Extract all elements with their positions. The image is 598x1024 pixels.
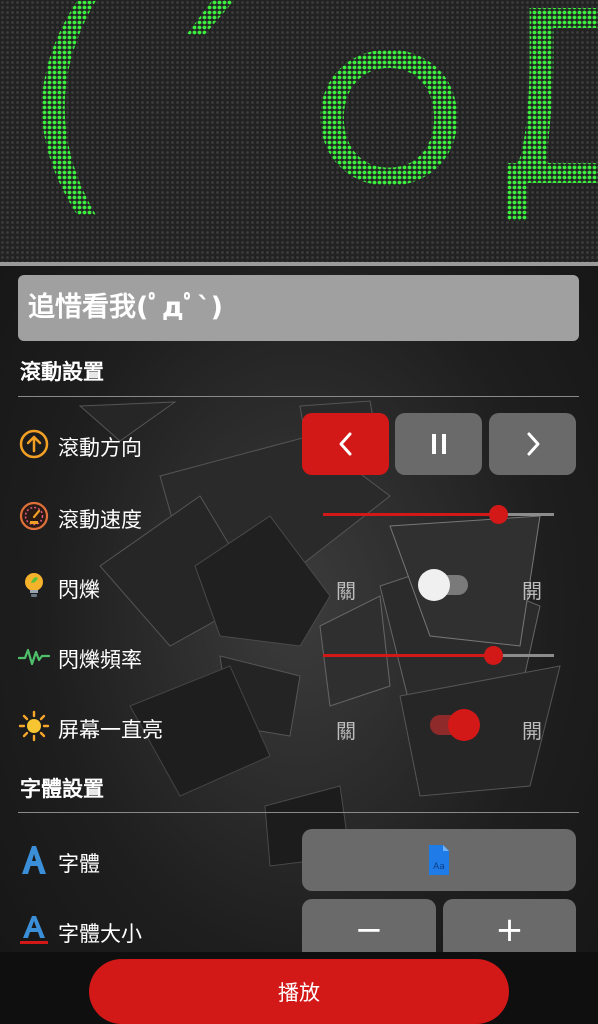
blink-frequency-slider-fill xyxy=(323,654,494,657)
message-input[interactable]: 追惜看我(ﾟдﾟ`) xyxy=(18,275,579,341)
scroll-settings-divider xyxy=(18,396,579,397)
scroll-settings-title: 滾動設置 xyxy=(20,360,104,384)
play-button[interactable]: 播放 xyxy=(89,959,509,1024)
font-settings-divider xyxy=(18,812,579,813)
screen-always-on-label: 屏幕一直亮 xyxy=(58,718,163,742)
pause-icon xyxy=(431,434,446,454)
chevron-right-icon xyxy=(527,432,539,456)
speed-label: 滾動速度 xyxy=(58,508,142,532)
screen-on-on-label: 開 xyxy=(522,719,542,743)
speed-slider[interactable] xyxy=(323,505,554,524)
direction-label: 滾動方向 xyxy=(58,436,142,460)
font-size-label: 字體大小 xyxy=(58,922,142,946)
led-text: (´ｏДｏ`) xyxy=(0,0,598,250)
blink-label: 閃爍 xyxy=(58,578,100,602)
chevron-left-icon xyxy=(339,432,351,456)
sun-icon xyxy=(18,710,50,742)
screen-on-toggle-knob[interactable] xyxy=(448,709,480,741)
blink-frequency-slider-thumb[interactable] xyxy=(484,646,503,665)
blink-toggle-knob[interactable] xyxy=(418,569,450,601)
font-size-icon xyxy=(20,916,48,944)
speed-slider-fill xyxy=(323,513,499,516)
pulse-wave-icon xyxy=(18,648,50,666)
font-settings-title: 字體設置 xyxy=(20,777,104,801)
font-a-icon xyxy=(22,846,46,874)
speed-slider-thumb[interactable] xyxy=(489,505,508,524)
blink-on-label: 開 xyxy=(522,579,542,603)
font-file-icon-text: Aa xyxy=(433,862,445,872)
speedometer-icon xyxy=(19,501,49,531)
blink-off-label: 關 xyxy=(336,579,356,603)
arrow-up-circle-icon xyxy=(19,429,49,459)
scroll-left-button[interactable] xyxy=(302,413,389,475)
led-preview: (´ｏДｏ`) xyxy=(0,0,598,266)
font-select-button[interactable]: Aa xyxy=(302,829,576,891)
scroll-right-button[interactable] xyxy=(489,413,576,475)
screen-on-off-label: 關 xyxy=(336,719,356,743)
lightbulb-icon xyxy=(25,573,43,597)
font-file-icon: Aa xyxy=(429,845,449,875)
blink-frequency-slider[interactable] xyxy=(323,646,554,665)
scroll-pause-button[interactable] xyxy=(395,413,482,475)
font-label: 字體 xyxy=(58,852,100,876)
blink-frequency-label: 閃爍頻率 xyxy=(58,648,142,672)
